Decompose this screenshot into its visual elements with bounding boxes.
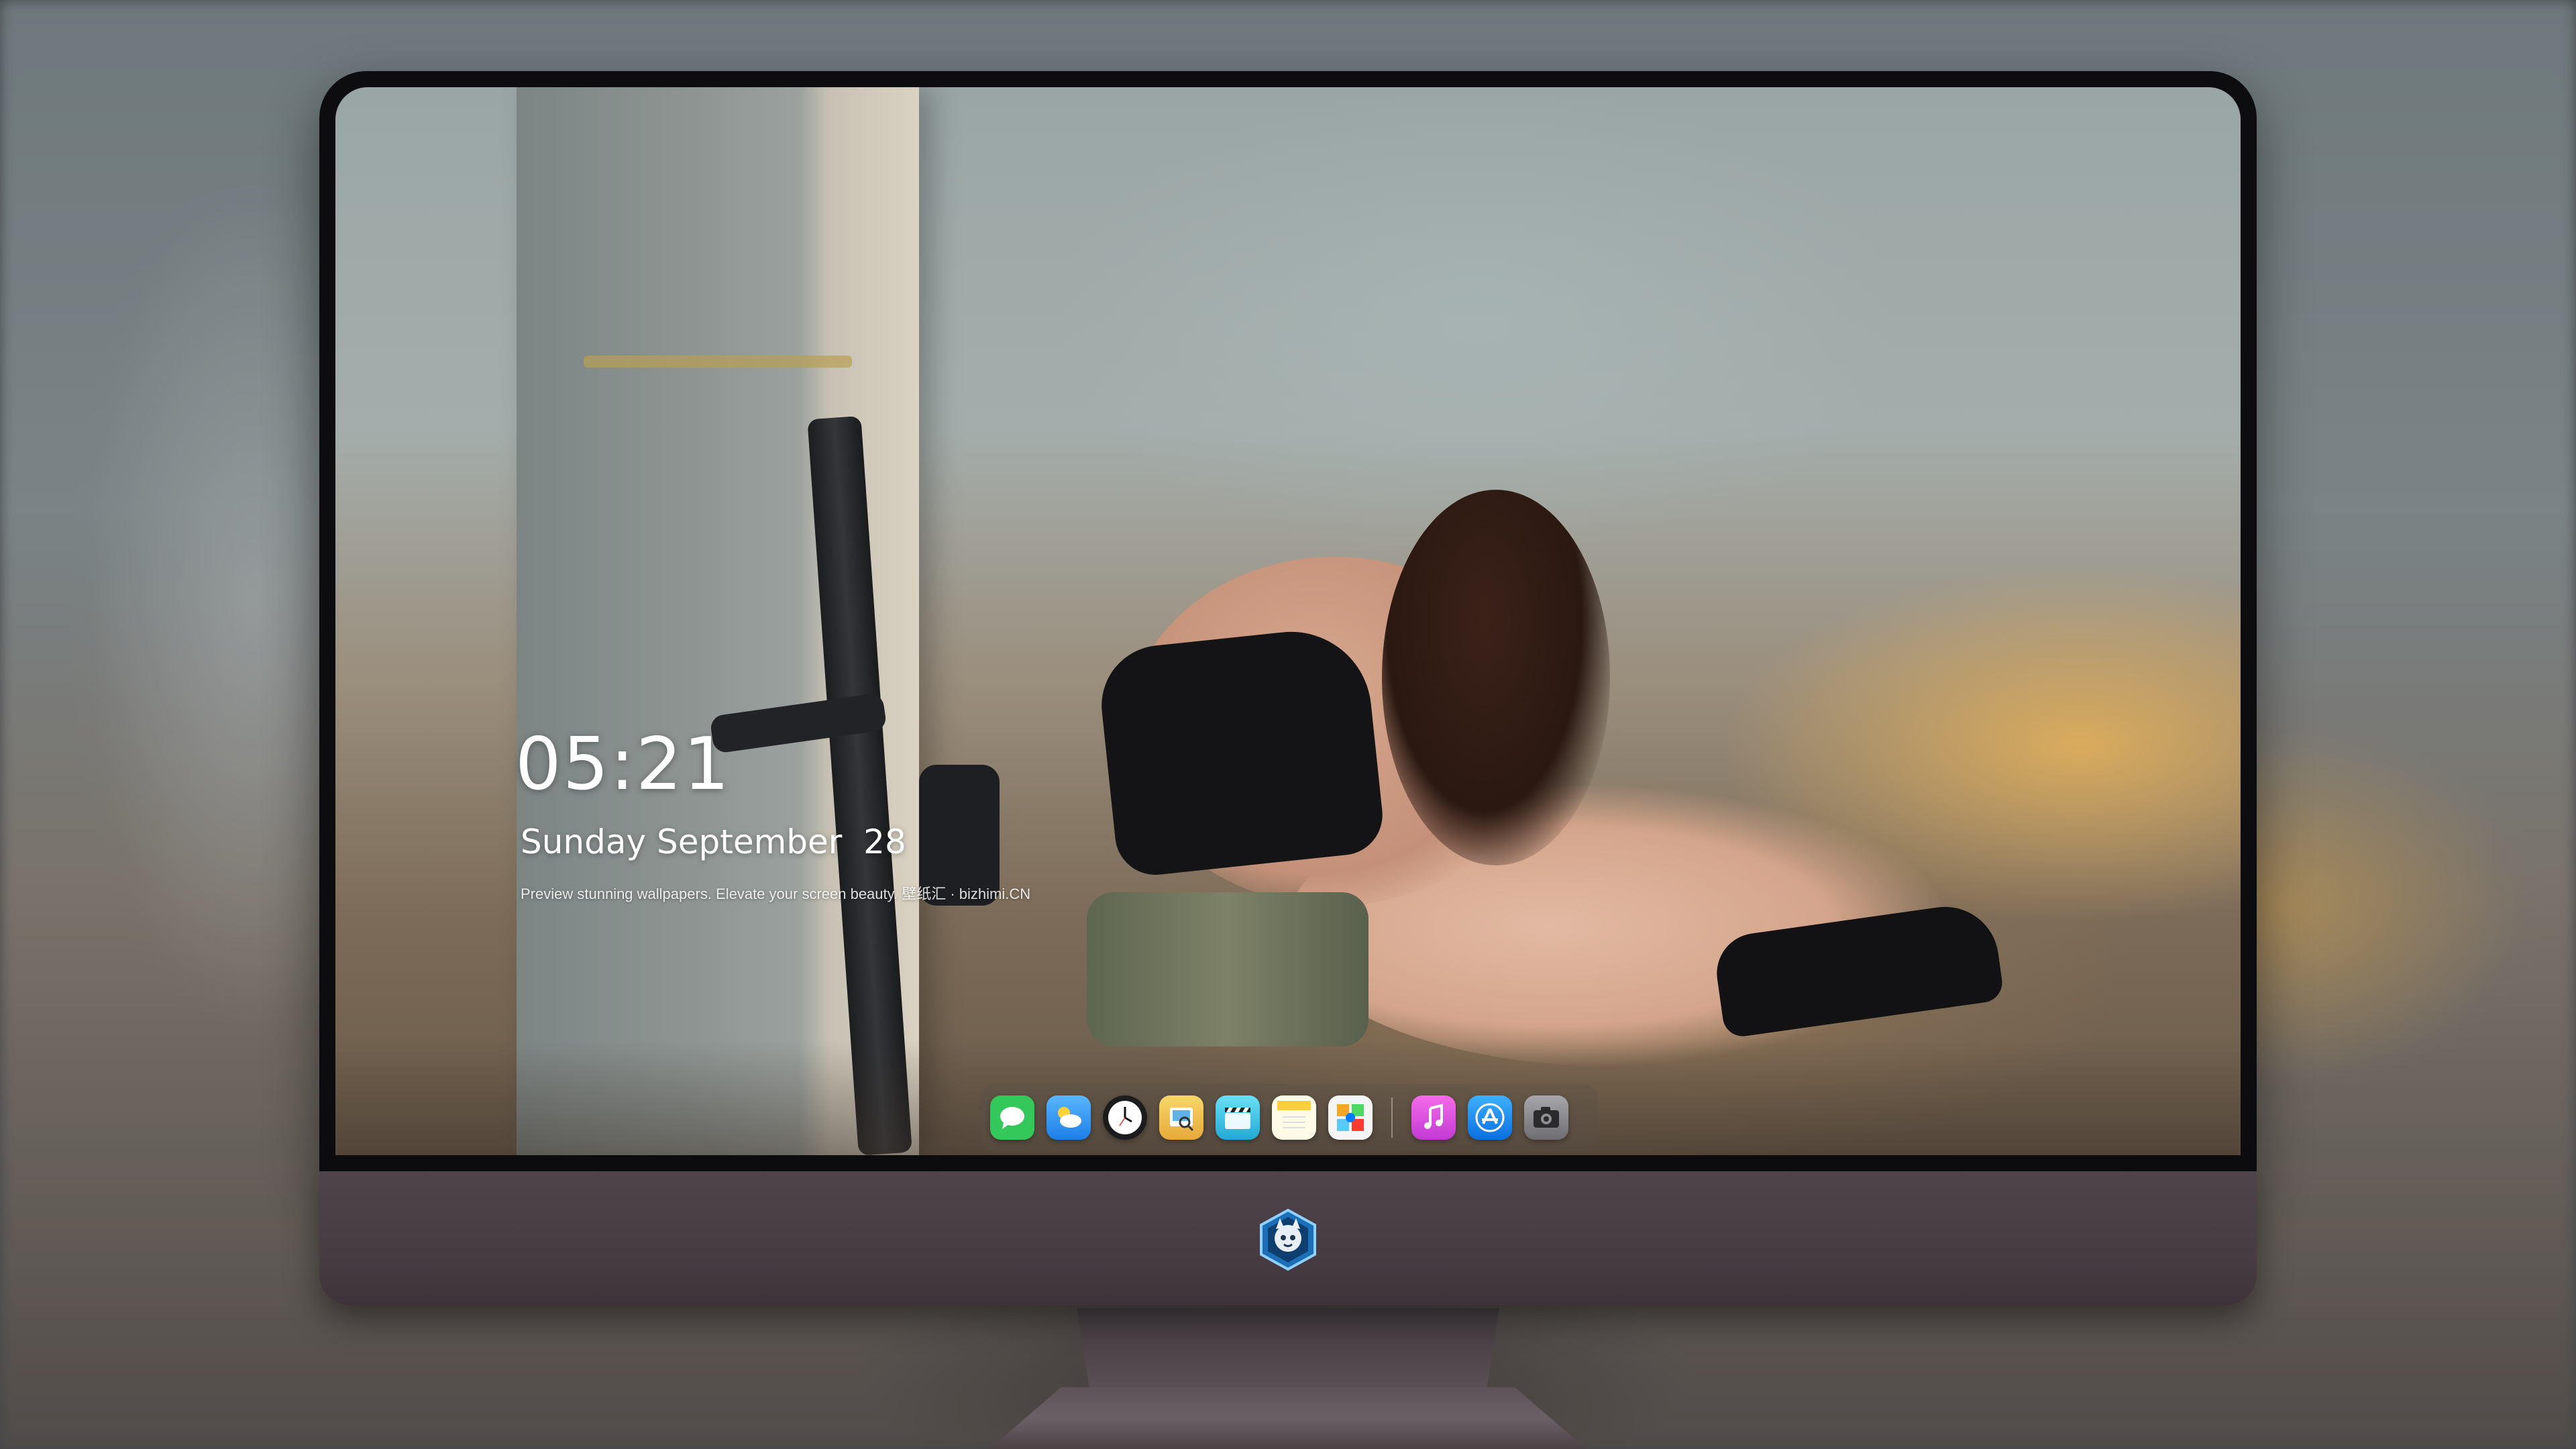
lockscreen-tagline: Preview stunning wallpapers. Elevate you… [521,885,1031,902]
preview-icon[interactable] [1159,1095,1203,1140]
camera-icon[interactable] [1524,1095,1568,1140]
mascot-logo-icon [1260,1208,1316,1271]
lockscreen-date: Sunday September 28 [521,822,906,861]
monitor-bezel [319,71,2257,1171]
monitor-stand-neck [1077,1308,1499,1389]
lockscreen-time: 05:21 [515,722,731,806]
messages-icon[interactable] [990,1095,1034,1140]
itunes-icon[interactable] [1411,1095,1456,1140]
app-store-icon[interactable] [1468,1095,1512,1140]
desktop-mockup: 05:21 Sunday September 28 Preview stunni… [0,0,2576,1449]
wallpaper-figure-top [1095,624,1387,879]
dock [981,1084,1598,1151]
clips-icon[interactable] [1216,1095,1260,1140]
dock-separator [1391,1097,1393,1138]
screen-wallpaper [335,87,2241,1155]
wallpaper-figure-hair [1382,490,1610,865]
monitor-stand-base [989,1387,1587,1449]
wallpaper-stain [584,356,852,368]
clock-icon[interactable] [1103,1095,1147,1140]
weather-icon[interactable] [1046,1095,1091,1140]
photos-icon[interactable] [1328,1095,1373,1140]
wallpaper-rifle-scope [919,765,1000,906]
notes-icon[interactable] [1272,1095,1316,1140]
wallpaper-figure-shorts [1087,892,1368,1046]
